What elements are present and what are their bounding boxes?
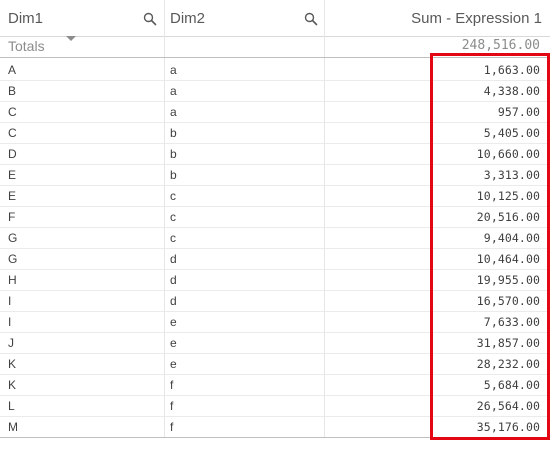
cell-value: 9,404.00: [483, 231, 540, 245]
column-header-dim1-label: Dim1: [8, 10, 44, 27]
search-icon[interactable]: [304, 12, 318, 26]
cell-value: 5,405.00: [483, 126, 540, 140]
cell-dim2: c: [170, 189, 176, 203]
cell-value: 35,176.00: [476, 420, 540, 434]
cell-dim2: c: [170, 231, 176, 245]
table-row[interactable]: Ca 957.00: [0, 102, 550, 123]
sort-descending-icon[interactable]: [66, 36, 76, 41]
table-row[interactable]: Ba 4,338.00: [0, 81, 550, 102]
cell-dim2: d: [170, 252, 177, 266]
cell-value: 10,660.00: [476, 147, 540, 161]
column-header-dim2-label: Dim2: [170, 10, 206, 27]
cell-dim2: b: [170, 147, 177, 161]
cell-value: 19,955.00: [476, 273, 540, 287]
column-header-dim1[interactable]: Dim1: [8, 0, 163, 37]
column-header-dim2[interactable]: Dim2: [170, 0, 320, 37]
cell-value: 3,313.00: [483, 168, 540, 182]
cell-dim2: f: [170, 420, 174, 434]
table-row[interactable]: Gd 10,464.00: [0, 249, 550, 270]
cell-value: 10,125.00: [476, 189, 540, 203]
cell-dim2: d: [170, 294, 177, 308]
cell-dim1: F: [8, 210, 16, 224]
cell-dim1: K: [8, 357, 17, 371]
cell-dim2: a: [170, 105, 177, 119]
table-row[interactable]: Gc 9,404.00: [0, 228, 550, 249]
cell-value: 1,663.00: [483, 63, 540, 77]
cell-dim2: f: [170, 399, 174, 413]
cell-dim2: c: [170, 210, 176, 224]
cell-dim2: a: [170, 63, 177, 77]
cell-dim2: e: [170, 315, 177, 329]
table-row[interactable]: Hd 19,955.00: [0, 270, 550, 291]
cell-value: 4,338.00: [483, 84, 540, 98]
column-header-measure[interactable]: Sum - Expression 1: [342, 0, 542, 37]
cell-dim1: I: [8, 294, 12, 308]
totals-value: 248,516.00: [461, 38, 540, 53]
cell-dim1: K: [8, 378, 17, 392]
table-row[interactable]: Ke 28,232.00: [0, 354, 550, 375]
cell-dim1: H: [8, 273, 17, 287]
table-row[interactable]: Aa 1,663.00: [0, 60, 550, 81]
table-row[interactable]: Ie 7,633.00: [0, 312, 550, 333]
table-row[interactable]: Mf 35,176.00: [0, 417, 550, 438]
cell-dim1: I: [8, 315, 12, 329]
cell-value: 20,516.00: [476, 210, 540, 224]
table-row[interactable]: Db 10,660.00: [0, 144, 550, 165]
cell-dim1: G: [8, 231, 18, 245]
table-row[interactable]: Id 16,570.00: [0, 291, 550, 312]
table-row[interactable]: Ec 10,125.00: [0, 186, 550, 207]
cell-dim2: d: [170, 273, 177, 287]
cell-dim2: e: [170, 336, 177, 350]
cell-value: 7,633.00: [483, 315, 540, 329]
cell-dim1: G: [8, 252, 18, 266]
table-body: Aa 1,663.00 Ba 4,338.00 Ca 957.00 Cb 5,405.0…: [0, 60, 550, 438]
column-header-measure-label: Sum - Expression 1: [411, 10, 542, 27]
cell-value: 10,464.00: [476, 252, 540, 266]
totals-row: Totals 248,516.00: [0, 37, 550, 58]
cell-dim1: E: [8, 189, 17, 203]
table-row[interactable]: Je 31,857.00: [0, 333, 550, 354]
cell-dim1: D: [8, 147, 17, 161]
cell-dim2: a: [170, 84, 177, 98]
table-row[interactable]: Eb 3,313.00: [0, 165, 550, 186]
cell-value: 16,570.00: [476, 294, 540, 308]
cell-dim1: M: [8, 420, 18, 434]
cell-dim1: J: [8, 336, 14, 350]
cell-dim1: A: [8, 63, 17, 77]
cell-dim2: e: [170, 357, 177, 371]
table-bottom-border: [0, 437, 550, 438]
cell-dim1: C: [8, 105, 17, 119]
table-row[interactable]: Lf 26,564.00: [0, 396, 550, 417]
table-header: Dim1 Dim2 Sum - Expression 1: [0, 0, 550, 37]
cell-dim1: B: [8, 84, 17, 98]
cell-dim1: C: [8, 126, 17, 140]
cell-dim1: E: [8, 168, 17, 182]
totals-label: Totals: [8, 38, 45, 54]
table-row[interactable]: Fc 20,516.00: [0, 207, 550, 228]
cell-dim2: b: [170, 126, 177, 140]
search-icon[interactable]: [143, 12, 157, 26]
cell-dim2: f: [170, 378, 174, 392]
cell-dim2: b: [170, 168, 177, 182]
cell-dim1: L: [8, 399, 15, 413]
cell-value: 957.00: [497, 105, 540, 119]
cell-value: 26,564.00: [476, 399, 540, 413]
table-row[interactable]: Kf 5,684.00: [0, 375, 550, 396]
cell-value: 5,684.00: [483, 378, 540, 392]
table-row[interactable]: Cb 5,405.00: [0, 123, 550, 144]
cell-value: 28,232.00: [476, 357, 540, 371]
cell-value: 31,857.00: [476, 336, 540, 350]
